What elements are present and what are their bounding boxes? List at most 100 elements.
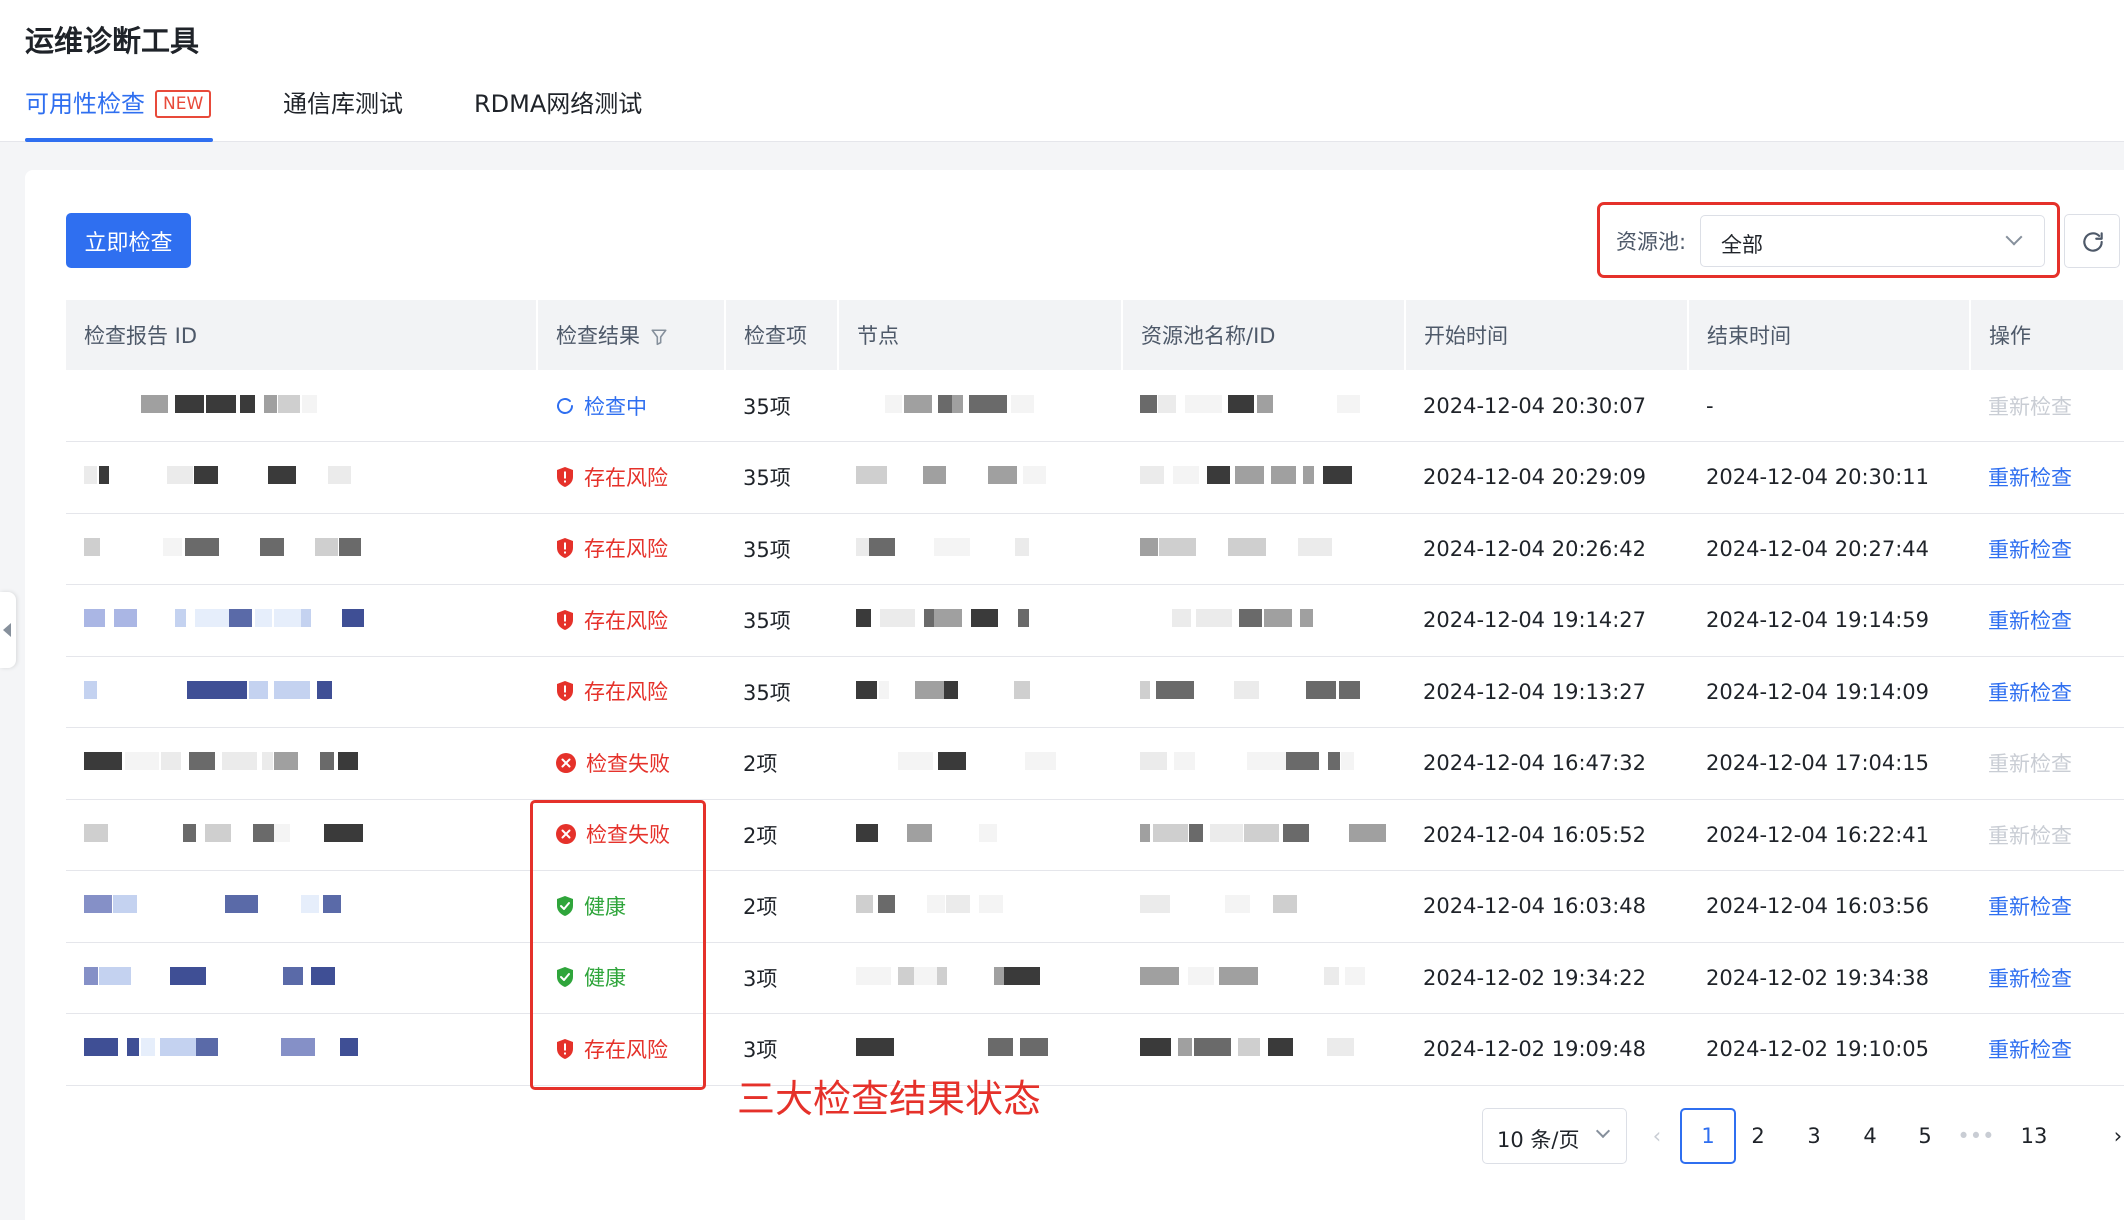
- recheck-link[interactable]: 重新检查: [1988, 967, 2072, 991]
- action-cell: 重新检查: [1970, 1013, 2124, 1086]
- page-button-3[interactable]: 3: [1786, 1108, 1842, 1164]
- resource-pool-cell: [1122, 942, 1405, 1014]
- node-cell: [838, 513, 1122, 585]
- recheck-link[interactable]: 重新检查: [1988, 609, 2072, 633]
- result-cell: 存在风险: [537, 1013, 725, 1086]
- page-button-1[interactable]: 1: [1680, 1108, 1736, 1164]
- refresh-button[interactable]: [2064, 214, 2120, 268]
- page-ellipsis[interactable]: •••: [1948, 1108, 2004, 1164]
- risk-shield-icon: [555, 1038, 575, 1060]
- end-time-cell: 2024-12-04 19:14:59: [1688, 584, 1970, 657]
- redacted-text: [1140, 680, 1405, 703]
- collapse-sidebar-handle[interactable]: [0, 592, 16, 668]
- redacted-text: [856, 537, 1122, 560]
- page-button-5[interactable]: 5: [1897, 1108, 1953, 1164]
- status-badge: 健康: [555, 891, 626, 921]
- page-button-13[interactable]: 13: [2006, 1108, 2062, 1164]
- redacted-text: [84, 1038, 537, 1060]
- report-id-cell: [66, 799, 537, 871]
- next-page-button[interactable]: ›: [2090, 1108, 2124, 1164]
- page-button-2[interactable]: 2: [1730, 1108, 1786, 1164]
- redacted-text: [856, 609, 1122, 631]
- redacted-text: [84, 966, 537, 989]
- column-header-start-time: 开始时间: [1405, 300, 1689, 370]
- risk-shield-icon: [555, 537, 575, 559]
- risk-shield-icon: [555, 609, 575, 631]
- recheck-link[interactable]: 重新检查: [1988, 466, 2072, 490]
- recheck-link[interactable]: 重新检查: [1988, 1038, 2072, 1062]
- column-header-report-id: 检查报告 ID: [66, 300, 538, 370]
- redacted-text: [856, 895, 1122, 917]
- status-label: 检查中: [584, 394, 647, 419]
- report-id-cell: [66, 1013, 537, 1086]
- status-badge: 存在风险: [555, 676, 668, 706]
- recheck-link: 重新检查: [1988, 823, 2072, 848]
- items-cell: 35项: [725, 441, 838, 514]
- column-header-result[interactable]: 检查结果: [537, 300, 726, 370]
- healthy-shield-icon: [555, 966, 575, 988]
- report-id-cell: [66, 584, 537, 657]
- recheck-link[interactable]: 重新检查: [1988, 538, 2072, 562]
- tab-label: RDMA网络测试: [474, 90, 643, 118]
- status-label: 存在风险: [584, 537, 668, 562]
- resource-pool-select[interactable]: 全部: [1700, 215, 2045, 267]
- tab-communication-library-test[interactable]: 通信库测试: [283, 84, 403, 142]
- column-header-resource-pool: 资源池名称/ID: [1122, 300, 1406, 370]
- status-badge: 存在风险: [555, 462, 668, 492]
- start-time-cell: 2024-12-04 20:29:09: [1405, 441, 1688, 514]
- action-cell: 重新检查: [1970, 441, 2124, 514]
- node-cell: [838, 441, 1122, 514]
- check-report-table: 检查报告 ID 检查结果 检查项 节点 资源池名称/ID 开始时间 结束时间 操…: [66, 300, 2124, 1086]
- filter-icon[interactable]: [650, 328, 668, 346]
- status-label: 存在风险: [584, 1037, 668, 1062]
- refresh-icon: [2083, 232, 2103, 252]
- status-label: 健康: [584, 894, 626, 919]
- items-cell: 2项: [725, 870, 838, 943]
- check-now-button[interactable]: 立即检查: [66, 213, 191, 268]
- items-cell: 35项: [725, 513, 838, 585]
- end-time-cell: 2024-12-04 19:14:09: [1688, 656, 1970, 728]
- table-row: 存在风险 3项 2024-12-02 19:09:48 2024-12-02 19:1…: [66, 1013, 2124, 1086]
- action-cell: 重新检查: [1970, 727, 2124, 800]
- tab-rdma-network-test[interactable]: RDMA网络测试: [474, 84, 642, 142]
- main-panel: 立即检查 资源池: 全部 检查报告 ID 检查结果 检查项 节点 资源池名称/I…: [25, 170, 2124, 1220]
- redacted-text: [856, 966, 1122, 989]
- redacted-text: [84, 680, 537, 703]
- end-time-cell: 2024-12-04 16:22:41: [1688, 799, 1970, 871]
- page-button-4[interactable]: 4: [1842, 1108, 1898, 1164]
- report-id-cell: [66, 441, 537, 514]
- loading-icon: [555, 396, 575, 416]
- redacted-text: [84, 895, 537, 917]
- status-label: 存在风险: [584, 680, 668, 705]
- result-cell: 存在风险: [537, 584, 725, 657]
- node-cell: [838, 584, 1122, 657]
- table-row: 检查失败 2项 2024-12-04 16:47:32 2024-12-04 17:0…: [66, 727, 2124, 800]
- status-badge: 存在风险: [555, 533, 668, 563]
- table-row: 存在风险 35项 2024-12-04 19:13:27 2024-12-04 19:…: [66, 656, 2124, 728]
- start-time-cell: 2024-12-04 20:30:07: [1405, 370, 1688, 442]
- resource-pool-cell: [1122, 1013, 1405, 1086]
- redacted-text: [84, 823, 537, 846]
- start-time-cell: 2024-12-04 20:26:42: [1405, 513, 1688, 585]
- table-header-row: 检查报告 ID 检查结果 检查项 节点 资源池名称/ID 开始时间 结束时间 操…: [66, 300, 2124, 370]
- recheck-link[interactable]: 重新检查: [1988, 681, 2072, 705]
- start-time-cell: 2024-12-04 19:14:27: [1405, 584, 1688, 657]
- status-badge: 存在风险: [555, 605, 668, 635]
- column-header-actions: 操作: [1970, 300, 2124, 370]
- resource-pool-cell: [1122, 584, 1405, 657]
- chevron-down-icon: [1595, 1123, 1611, 1139]
- prev-page-button[interactable]: ‹: [1629, 1108, 1685, 1164]
- node-cell: [838, 727, 1122, 800]
- page-size-select[interactable]: 10 条/页: [1482, 1108, 1627, 1164]
- table-row: 检查中 35项 2024-12-04 20:30:07- 重新检查: [66, 370, 2124, 442]
- redacted-text: [84, 466, 537, 488]
- redacted-text: [1140, 895, 1405, 917]
- tab-availability-check[interactable]: 可用性检查 NEW: [25, 84, 213, 142]
- redacted-text: [84, 752, 537, 774]
- recheck-link[interactable]: 重新检查: [1988, 895, 2072, 919]
- items-cell: 3项: [725, 942, 838, 1014]
- end-time-cell: 2024-12-04 20:27:44: [1688, 513, 1970, 585]
- annotation-label: 三大检查结果状态: [737, 1077, 1042, 1121]
- node-cell: [838, 656, 1122, 728]
- redacted-text: [84, 394, 537, 417]
